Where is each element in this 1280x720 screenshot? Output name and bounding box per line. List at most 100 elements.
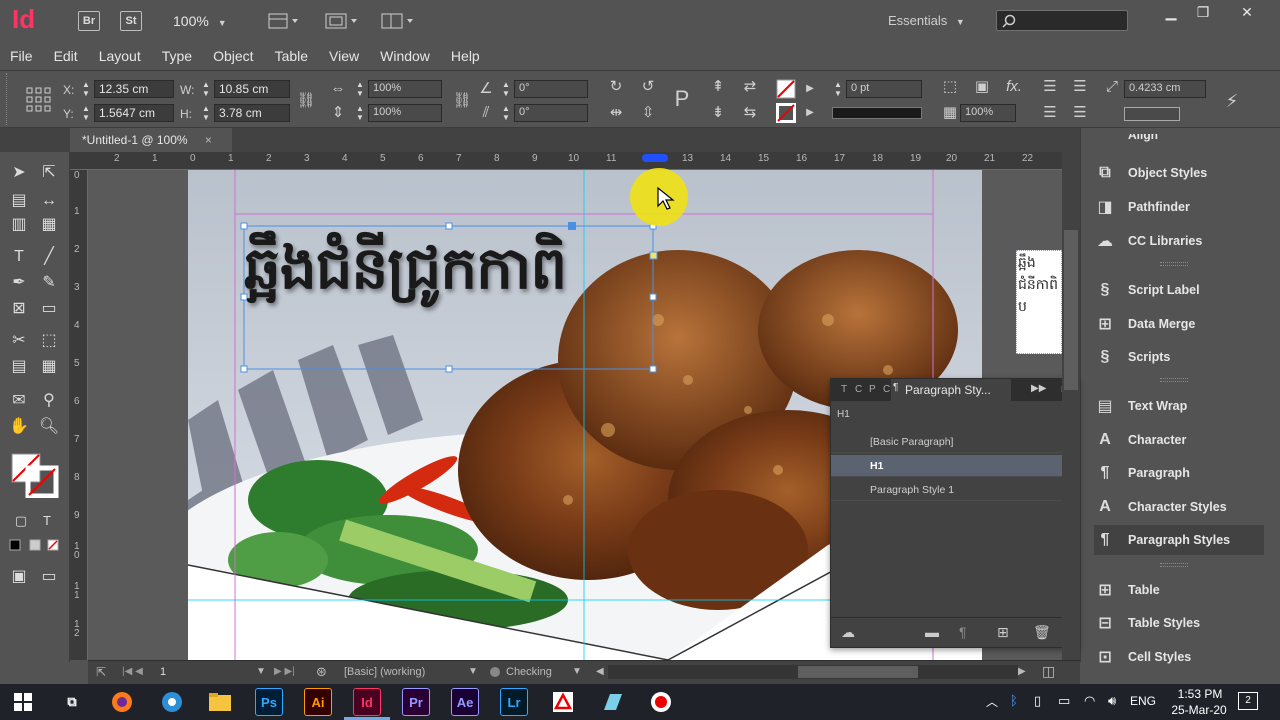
menu-view[interactable]: View xyxy=(329,48,359,64)
gap-field[interactable]: 0.4233 cm xyxy=(1124,80,1206,98)
dock-item-table[interactable]: ⊞ Table xyxy=(1094,575,1264,605)
quick-apply-icon[interactable]: ⚡ xyxy=(1222,91,1242,111)
new-style-group-icon[interactable]: ▬ xyxy=(925,624,939,640)
rotate-clockwise-icon[interactable]: ↻ xyxy=(606,77,626,97)
scissors-tool-icon[interactable]: ✂ xyxy=(8,330,30,352)
dock-group-grip[interactable] xyxy=(1160,262,1188,266)
acrobat-icon[interactable] xyxy=(549,688,577,716)
style-row-h1[interactable]: H1 xyxy=(831,455,1067,477)
workspace-switcher[interactable]: Essentials ▼ xyxy=(888,13,965,28)
headline-text-frame[interactable]: ឆ្អឹងជំនីជ្រូកកាពិ xyxy=(244,232,567,317)
dock-item-cell-styles[interactable]: ⊡ Cell Styles xyxy=(1094,642,1264,672)
style-row-paragraph-style-1[interactable]: Paragraph Style 1 xyxy=(831,479,1067,501)
bluetooth-icon[interactable]: ᛒ xyxy=(1010,693,1018,708)
windows-start-icon[interactable] xyxy=(14,693,32,711)
height-field[interactable]: 3.78 cm xyxy=(214,104,290,122)
select-next-icon[interactable]: ⇟ xyxy=(708,103,728,123)
delete-style-icon[interactable]: 🗑︎ xyxy=(1033,624,1051,641)
close-window-button[interactable]: ✕ xyxy=(1234,4,1260,22)
fill-stroke-swatch-icon[interactable] xyxy=(10,452,60,498)
reference-point-icon[interactable] xyxy=(26,87,52,113)
browser-icon[interactable] xyxy=(158,688,186,716)
wifi-icon[interactable]: ◠ xyxy=(1084,693,1095,709)
preflight-profile[interactable]: [Basic] (working) xyxy=(344,666,425,678)
show-hidden-icons-icon[interactable]: ︿ xyxy=(986,693,998,710)
page-tool-icon[interactable]: ▤ xyxy=(8,190,30,212)
dock-item-text-wrap[interactable]: ▤ Text Wrap xyxy=(1094,391,1264,421)
scroll-left-icon[interactable]: ◀ xyxy=(596,666,604,677)
paragraph-styles-panel-header[interactable]: T C P C ¶ Paragraph Sty... ▶▶ ≡ xyxy=(831,379,1078,401)
preflight-chevron-down-icon[interactable]: ▼ xyxy=(468,666,478,677)
rectangle-tool-icon[interactable]: ▭ xyxy=(38,298,60,320)
stroke-none-swatch[interactable] xyxy=(776,103,796,123)
menu-type[interactable]: Type xyxy=(162,48,192,64)
firefox-icon[interactable] xyxy=(108,688,136,716)
scroll-right-icon[interactable]: ▶ xyxy=(1018,666,1026,677)
indesign-taskbar-icon[interactable]: Id xyxy=(353,688,381,716)
gradient-feather-tool-icon[interactable]: ▦ xyxy=(38,356,60,378)
dock-item-pathfinder[interactable]: ◨ Pathfinder xyxy=(1094,192,1264,222)
align-center-icon[interactable]: ☰ xyxy=(1070,77,1090,97)
frame-fitting-dropdown[interactable] xyxy=(1124,107,1180,121)
style-row-basic-paragraph[interactable]: [Basic Paragraph] xyxy=(831,431,1067,453)
preflight-menu-chevron-icon[interactable]: ▼ xyxy=(572,666,582,677)
x-stepper[interactable]: ▲ ▼ xyxy=(80,80,92,98)
x-position-field[interactable]: 12.35 cm xyxy=(94,80,174,98)
horizontal-scroll-thumb[interactable] xyxy=(798,666,918,678)
shear-stepper[interactable]: ▲ ▼ xyxy=(500,104,512,122)
rotation-angle-field[interactable]: 0° xyxy=(514,80,588,98)
flip-vertical-icon[interactable]: ⇳ xyxy=(638,103,658,123)
opacity-field[interactable]: 100% xyxy=(960,104,1016,122)
expand-panel-icon[interactable]: ▶▶ xyxy=(1031,383,1046,394)
scale-y-stepper[interactable]: ▲ ▼ xyxy=(354,104,366,122)
panel-tab-type[interactable]: T xyxy=(841,384,847,395)
stroke-swatch-menu[interactable]: ▶ xyxy=(800,103,820,123)
dock-item-table-styles[interactable]: ⊟ Table Styles xyxy=(1094,608,1264,638)
zoom-level-dropdown[interactable]: 100% ▼ xyxy=(173,13,227,29)
lightroom-icon[interactable]: Lr xyxy=(500,688,528,716)
selection-tool-icon[interactable]: ➤ xyxy=(8,162,30,184)
dock-group-grip[interactable] xyxy=(1160,378,1188,382)
type-tool-icon[interactable]: T xyxy=(8,246,30,268)
split-window-icon[interactable]: ◫ xyxy=(1042,663,1055,680)
content-collector-icon[interactable]: ▥ xyxy=(8,214,30,236)
drop-shadow-icon[interactable]: ▣ xyxy=(972,77,992,97)
preview-mode-icon[interactable]: ▭ xyxy=(38,566,60,588)
screen-mode-button[interactable] xyxy=(324,12,360,30)
h-stepper[interactable]: ▲ ▼ xyxy=(200,104,212,122)
dock-item-character[interactable]: A Character xyxy=(1094,425,1264,455)
next-page-icon[interactable]: ▶ ▶| xyxy=(274,666,295,677)
vertical-scrollbar[interactable] xyxy=(1062,152,1080,660)
stroke-weight-stepper[interactable]: ▲ ▼ xyxy=(832,80,844,98)
select-content-icon[interactable]: ⇆ xyxy=(740,103,760,123)
dock-item-object-styles[interactable]: ⧉ Object Styles xyxy=(1094,158,1264,188)
illustrator-icon[interactable]: Ai xyxy=(304,688,332,716)
panel-tab-paragraph-styles[interactable]: ¶ Paragraph Sty... xyxy=(891,379,1011,401)
width-field[interactable]: 10.85 cm xyxy=(214,80,290,98)
after-effects-icon[interactable]: Ae xyxy=(451,688,479,716)
select-previous-icon[interactable]: ⇞ xyxy=(708,77,728,97)
align-bottom-icon[interactable]: ☰ xyxy=(1070,103,1090,123)
apply-color-icons[interactable] xyxy=(8,538,64,554)
photoshop-icon[interactable]: Ps xyxy=(255,688,283,716)
file-explorer-icon[interactable] xyxy=(206,688,234,716)
dock-item-data-merge[interactable]: ⊞ Data Merge xyxy=(1094,309,1264,339)
premiere-icon[interactable]: Pr xyxy=(402,688,430,716)
direct-selection-tool-icon[interactable]: ⇱ xyxy=(38,162,60,184)
align-left-icon[interactable]: ☰ xyxy=(1040,77,1060,97)
panel-tab-character-styles[interactable]: C xyxy=(883,384,890,395)
volume-icon[interactable]: 🔊︎ xyxy=(1108,693,1116,709)
device-icon[interactable]: ▯ xyxy=(1034,693,1041,709)
arrange-documents-button[interactable] xyxy=(380,12,416,30)
overset-text-frame[interactable]: ឆ្អឹងជំនីកាពិ ប xyxy=(1016,250,1062,354)
dock-item-character-styles[interactable]: A Character Styles xyxy=(1094,492,1264,522)
style-group-cloud-icon[interactable]: ☁ xyxy=(841,624,855,641)
menu-edit[interactable]: Edit xyxy=(54,48,78,64)
dock-item-scripts[interactable]: § Scripts xyxy=(1094,342,1264,372)
menu-window[interactable]: Window xyxy=(380,48,430,64)
dock-item-align[interactable]: Align xyxy=(1094,134,1264,146)
bridge-button[interactable]: Br xyxy=(78,11,100,31)
zoom-tool-icon[interactable]: 🔍︎ xyxy=(38,416,60,438)
constrain-proportions-icon[interactable]: ⛓ xyxy=(296,91,316,111)
y-position-field[interactable]: 1.5647 cm xyxy=(94,104,174,122)
